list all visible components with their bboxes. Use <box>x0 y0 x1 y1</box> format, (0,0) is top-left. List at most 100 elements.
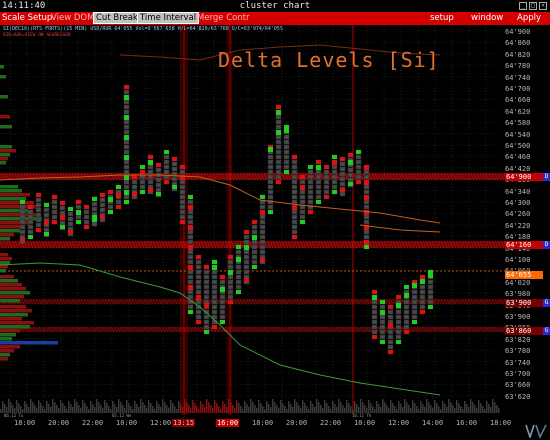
cluster-cell-highlight <box>276 180 281 184</box>
cluster-cell-highlight <box>60 201 65 205</box>
cluster-cell <box>171 176 178 182</box>
delta-cell <box>140 170 145 175</box>
cluster-cell <box>187 199 194 205</box>
cluster-cell-highlight <box>164 180 169 184</box>
delta-cell <box>124 95 129 100</box>
volume-histogram-bar <box>340 402 342 413</box>
level-badge: G <box>543 299 550 307</box>
menu-scale-setup[interactable]: Scale Setup <box>0 12 54 25</box>
cluster-cell-highlight <box>100 193 105 197</box>
delta-cell <box>396 303 401 308</box>
cluster-cell-highlight <box>236 290 241 294</box>
cluster-cell-highlight <box>380 300 385 304</box>
volume-histogram-bar <box>194 403 196 413</box>
cluster-cell <box>339 166 346 172</box>
menu-time-interval[interactable]: Time Interval <box>137 12 200 24</box>
time-tick-label: 13:15 <box>172 419 196 427</box>
cluster-cell <box>219 279 226 285</box>
delta-cell <box>228 270 233 275</box>
cluster-cell-highlight <box>276 105 281 109</box>
cluster-cell <box>363 214 370 220</box>
menu-setup[interactable]: setup <box>428 12 456 25</box>
cluster-cell <box>299 179 306 185</box>
volume-profile-bar <box>0 229 20 233</box>
volume-histogram-bar <box>168 408 170 413</box>
cluster-cell <box>147 174 154 180</box>
volume-histogram-bar <box>70 404 72 413</box>
cluster-cell <box>299 209 306 215</box>
volume-histogram-bar <box>144 405 146 413</box>
cluster-cell <box>163 159 170 165</box>
cluster-cell <box>331 184 338 190</box>
minimize-icon[interactable]: _ <box>519 2 527 10</box>
cluster-cell <box>387 334 394 340</box>
volume-histogram-bar <box>332 401 334 413</box>
volume-histogram-bar <box>488 404 490 413</box>
cluster-cell-highlight <box>332 155 337 159</box>
cluster-cell <box>179 179 186 185</box>
menu-window[interactable]: window <box>469 12 505 25</box>
cluster-cell <box>283 139 290 145</box>
menu-merge-contr[interactable]: Merge Contr <box>195 12 252 25</box>
volume-histogram-bar <box>138 407 140 413</box>
cluster-cell-highlight <box>412 320 417 324</box>
cluster-cell <box>195 269 202 275</box>
cluster-cell <box>275 144 282 150</box>
cluster-cell <box>235 284 242 290</box>
cluster-chart-canvas[interactable] <box>0 25 550 440</box>
price-tick-label: 64'580 <box>505 119 531 128</box>
volume-profile-bar <box>0 161 6 165</box>
volume-histogram-bar <box>166 405 168 413</box>
maximize-icon[interactable]: □ <box>529 2 537 10</box>
cluster-cell <box>195 284 202 290</box>
cluster-cell-highlight <box>196 255 201 259</box>
volume-histogram-bar <box>384 402 386 413</box>
cluster-cell <box>267 179 274 185</box>
volume-histogram-bar <box>186 402 188 413</box>
volume-histogram-bar <box>422 404 424 413</box>
cluster-cell <box>283 164 290 170</box>
cluster-cell <box>419 294 426 300</box>
volume-histogram-bar <box>368 400 370 413</box>
volume-histogram-bar <box>180 404 182 413</box>
logo-icon <box>525 424 547 438</box>
cluster-cell-highlight <box>52 195 57 199</box>
volume-histogram-bar <box>328 406 330 413</box>
delta-cell <box>364 180 369 185</box>
volume-histogram-bar <box>376 401 378 413</box>
menu-view-dom[interactable]: View DOM <box>49 12 96 25</box>
cluster-cell <box>395 324 402 330</box>
delta-cell <box>428 273 433 278</box>
cluster-cell <box>419 299 426 305</box>
cluster-cell-highlight <box>348 182 353 186</box>
cluster-cell <box>363 189 370 195</box>
volume-histogram-bar <box>176 409 178 413</box>
cluster-cell-highlight <box>324 165 329 169</box>
cluster-cell-highlight <box>372 335 377 339</box>
cluster-chart-area[interactable] <box>0 25 550 440</box>
volume-profile-bar <box>0 305 26 309</box>
volume-histogram-bar <box>198 409 200 413</box>
close-icon[interactable]: × <box>539 2 547 10</box>
volume-histogram-bar <box>206 399 208 413</box>
cluster-cell <box>403 309 410 315</box>
volume-histogram-bar <box>378 404 380 413</box>
volume-histogram-bar <box>250 399 252 413</box>
cluster-cell <box>35 197 42 203</box>
cluster-cell <box>187 279 194 285</box>
volume-histogram-bar <box>178 401 180 413</box>
volume-histogram-bar <box>34 405 36 413</box>
cluster-cell <box>371 309 378 315</box>
volume-histogram-bar <box>456 400 458 413</box>
cluster-cell-highlight <box>172 185 177 189</box>
volume-histogram-bar <box>66 409 68 413</box>
volume-histogram-bar <box>160 407 162 413</box>
cluster-cell <box>387 314 394 320</box>
volume-histogram-bar <box>244 401 246 413</box>
volume-histogram-bar <box>394 406 396 413</box>
cluster-cell <box>291 229 298 235</box>
menu-apply[interactable]: Apply <box>515 12 543 25</box>
cluster-cell <box>123 149 130 155</box>
cluster-cell <box>331 164 338 170</box>
volume-histogram-bar <box>336 407 338 413</box>
